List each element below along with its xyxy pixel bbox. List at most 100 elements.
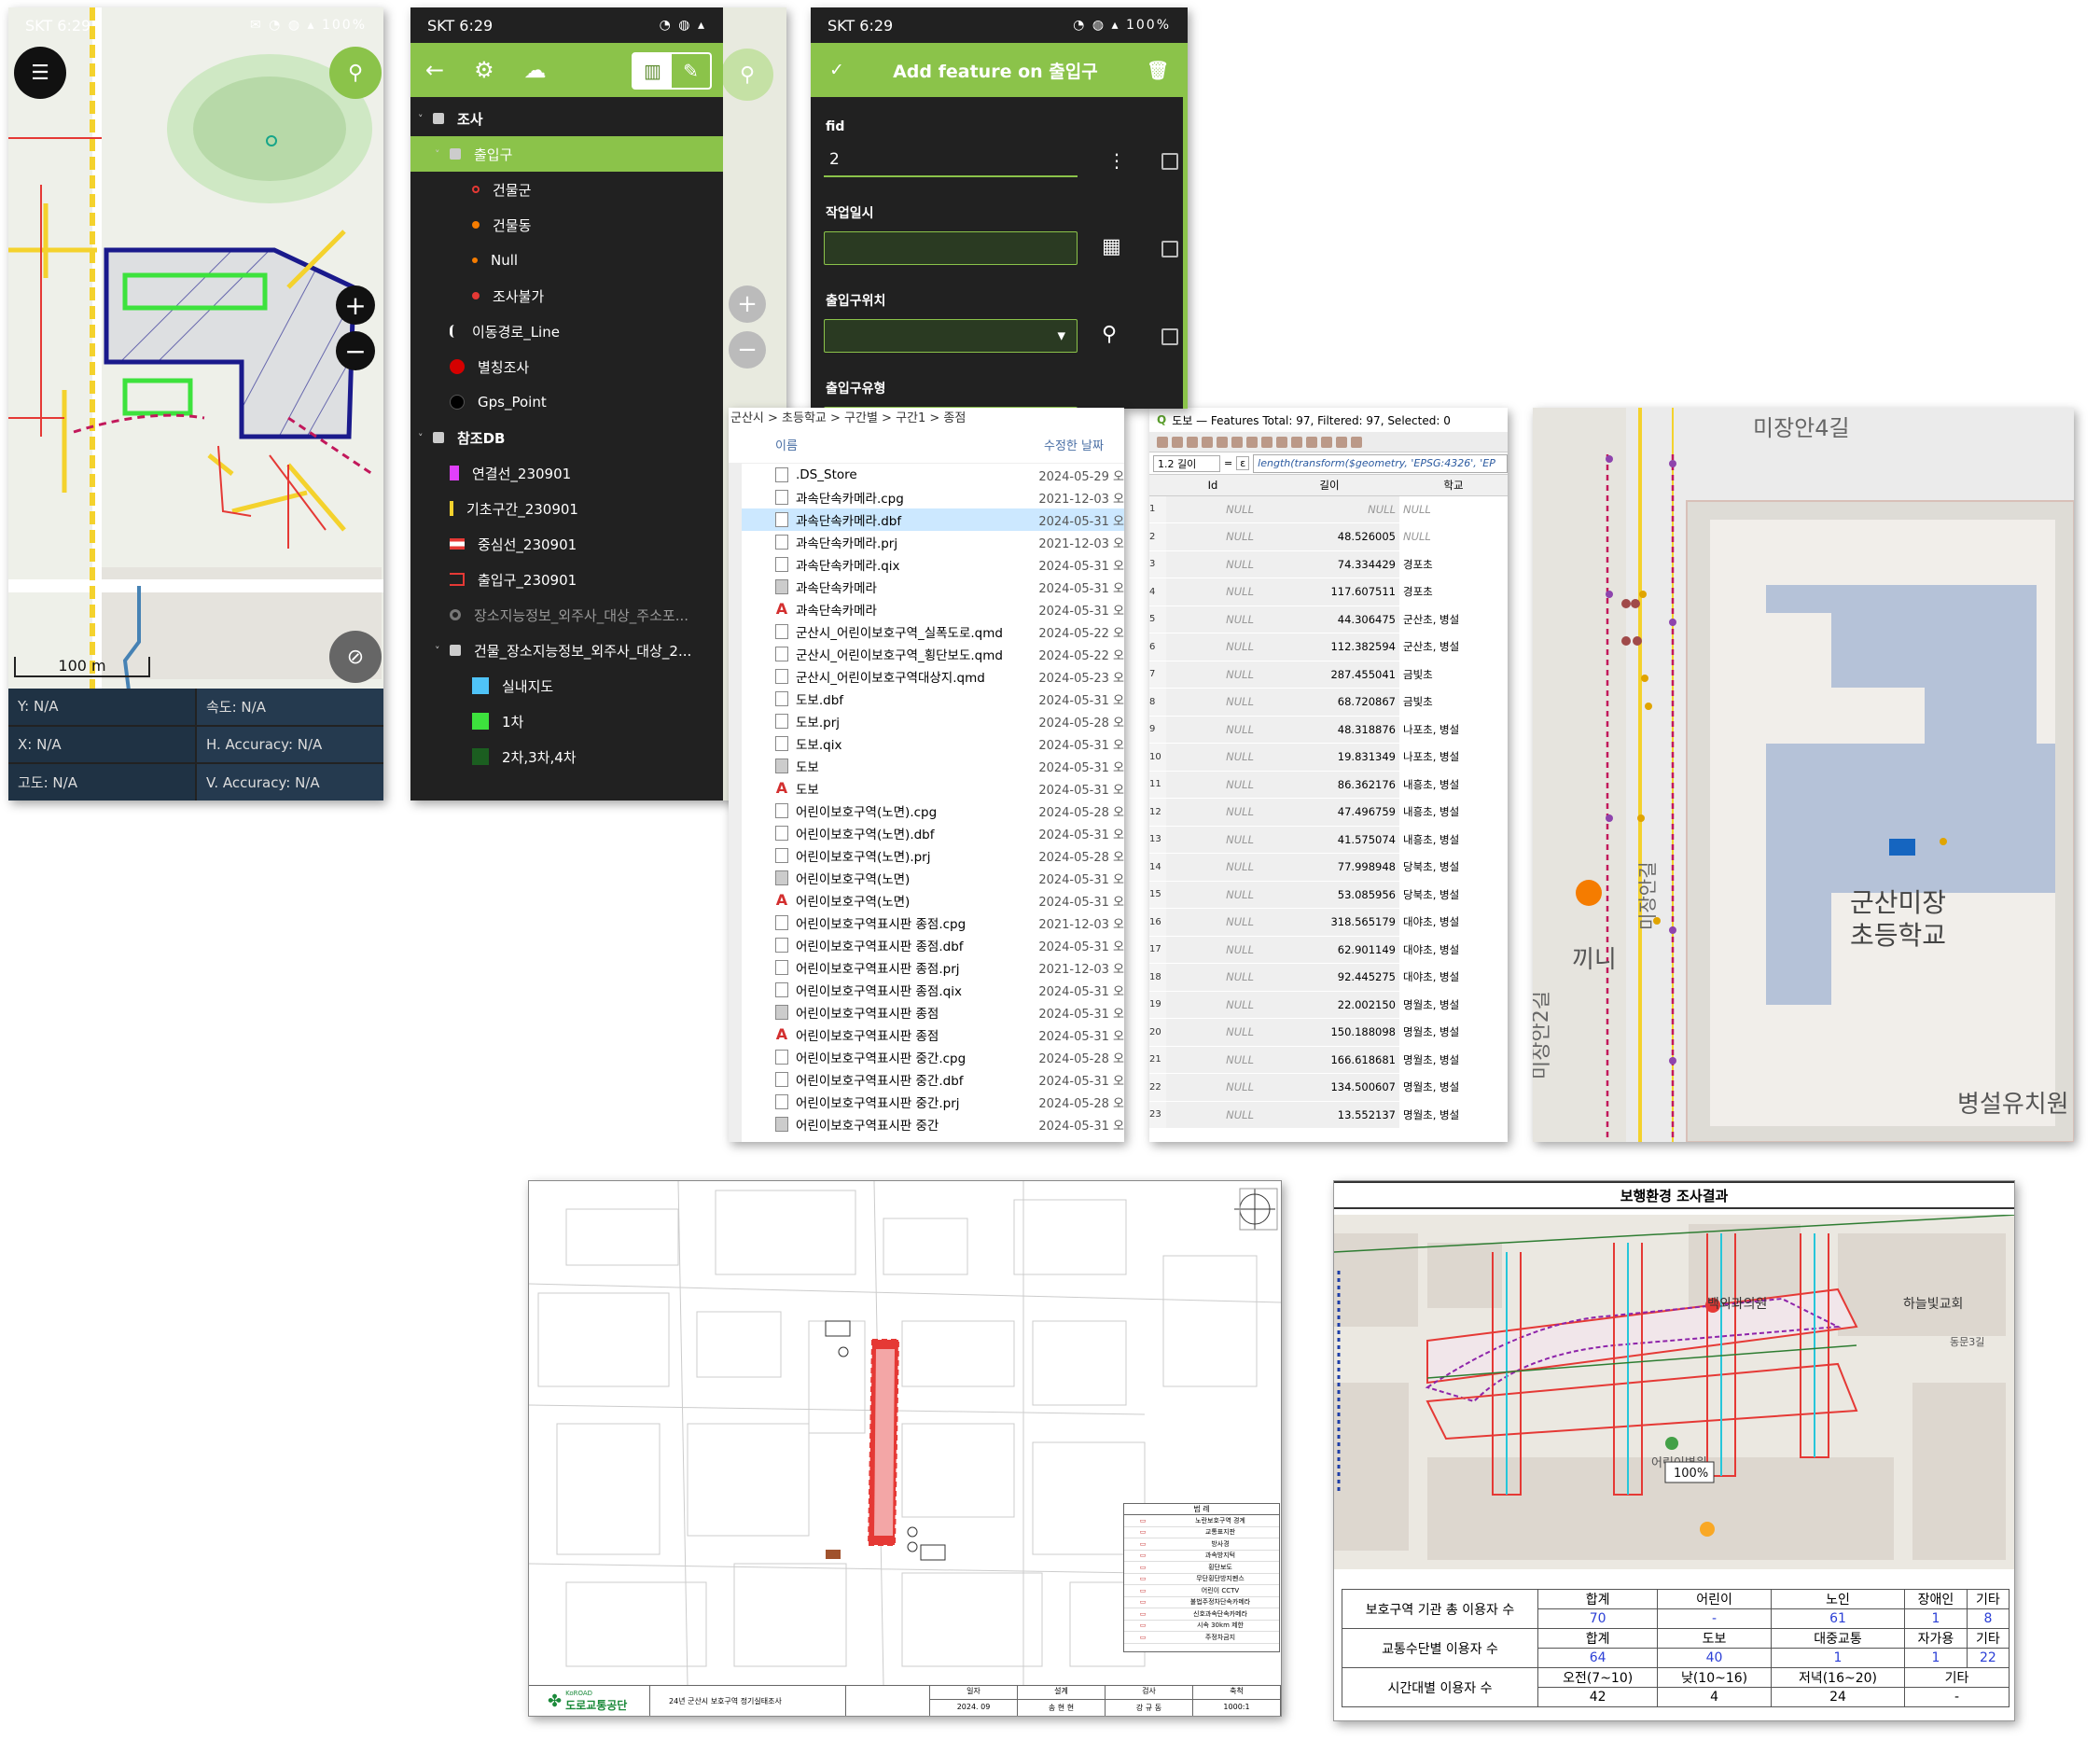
select-icon[interactable] [1276,436,1287,448]
file-row[interactable]: 군산시_어린이보호구역대상지.qmd 2024-05-23 오 [729,665,1124,688]
cell-len[interactable]: 287.455041 [1259,661,1399,689]
file-row[interactable]: 어린이보호구역(노면).prj 2024-05-28 오 [729,844,1124,867]
cell-n[interactable]: 17 [1149,936,1166,964]
copy-icon[interactable] [1246,436,1258,448]
file-row[interactable]: 어린이보호구역표시판 중간.cpg 2024-05-28 오 [729,1046,1124,1068]
table-row[interactable]: 18 NULL 92.445275 대야초, 병설 [1149,963,1508,992]
file-row[interactable]: A 도보 2024-05-31 오 [729,777,1124,800]
file-row[interactable]: .DS_Store 2024-05-29 오 [729,464,1124,486]
table-row[interactable]: 11 NULL 86.362176 내흥초, 병설 [1149,771,1508,799]
filter-icon[interactable] [1291,436,1302,448]
cell-school[interactable]: 내흥초, 병설 [1399,826,1508,854]
more-icon[interactable]: ⋮ [1107,149,1126,172]
edit-icon[interactable] [1157,436,1168,448]
cell-n[interactable]: 19 [1149,991,1166,1019]
chevron-down-icon[interactable]: ˅ [435,148,440,160]
layer-item[interactable]: ˅ 건물_장소지능정보_외주사_대상_2... [410,633,723,668]
zoom-out-button[interactable]: − [336,331,375,370]
calendar-icon[interactable]: ▦ [1102,235,1121,258]
back-arrow-icon[interactable]: ← [425,57,444,83]
cell-school[interactable]: 대야초, 병설 [1399,963,1508,992]
file-row[interactable]: 과속단속카메라.prj 2021-12-03 오 [729,531,1124,553]
layer-item[interactable]: 1차 [410,703,723,739]
cell-len[interactable]: 13.552137 [1259,1101,1399,1129]
cell-id[interactable]: NULL [1166,1018,1259,1047]
check-icon[interactable]: ✓ [829,60,844,80]
file-row[interactable]: 어린이보호구역표시판 종점.dbf 2024-05-31 오 [729,934,1124,956]
cell-n[interactable]: 16 [1149,908,1166,937]
date-input[interactable] [824,231,1078,265]
cell-school[interactable]: NULL [1399,522,1508,551]
cell-school[interactable]: 내흥초, 병설 [1399,771,1508,799]
cell-len[interactable]: 48.318876 [1259,716,1399,744]
file-row[interactable]: 군산시_어린이보호구역_실폭도로.qmd 2024-05-22 오 [729,620,1124,643]
cell-school[interactable]: 명월초, 병설 [1399,1101,1508,1129]
cell-id[interactable]: NULL [1166,963,1259,992]
map-icon[interactable]: ▥ [633,54,672,88]
col-id[interactable]: Id [1166,475,1259,496]
cell-n[interactable]: 4 [1149,578,1166,606]
file-row[interactable]: 도보.dbf 2024-05-31 오 [729,688,1124,710]
menu-button[interactable]: ☰ [14,47,66,99]
cell-id[interactable]: NULL [1166,798,1259,827]
cell-n[interactable]: 1 [1149,495,1166,523]
file-row[interactable]: 도보.prj 2024-05-28 오 [729,710,1124,732]
delete-icon[interactable]: 🗑 [1147,60,1169,81]
name-column-header[interactable]: 이름 [775,436,1044,453]
table-row[interactable]: 16 NULL 318.565179 대야초, 병설 [1149,908,1508,937]
layer-item[interactable]: ˅ 조사 [410,101,723,136]
cell-len[interactable]: 166.618681 [1259,1046,1399,1074]
layer-item[interactable]: ˅ 출입구 [410,136,723,172]
table-row[interactable]: 2 NULL 48.526005 NULL [1149,522,1508,551]
scrollbar[interactable] [1183,97,1188,409]
remember-checkbox-location[interactable] [1161,328,1178,345]
gear-icon[interactable]: ⚙ [474,57,494,83]
table-row[interactable]: 17 NULL 62.901149 대야초, 병설 [1149,936,1508,964]
chevron-down-icon[interactable]: ˅ [435,645,440,657]
cell-id[interactable]: NULL [1166,1046,1259,1074]
cell-id[interactable]: NULL [1166,853,1259,882]
file-row[interactable]: 어린이보호구역표시판 중간.dbf 2024-05-31 오 [729,1068,1124,1091]
date-column-header[interactable]: 수정한 날짜 [1044,436,1104,453]
table-row[interactable]: 1 NULL NULL NULL [1149,495,1508,523]
layer-item[interactable]: Gps_Point [410,384,723,420]
cell-school[interactable]: 경포초 [1399,578,1508,606]
cell-len[interactable]: 86.362176 [1259,771,1399,799]
map-edit-toggle[interactable]: ▥ ✎ [632,52,712,90]
cloud-icon[interactable]: ☁ [524,57,547,83]
remember-checkbox-date[interactable] [1161,241,1178,258]
cell-len[interactable]: 77.998948 [1259,853,1399,882]
zoom-icon[interactable] [1306,436,1317,448]
table-row[interactable]: 9 NULL 48.318876 나포초, 병설 [1149,716,1508,744]
cell-n[interactable]: 9 [1149,716,1166,744]
location-select[interactable]: ▾ [824,319,1078,353]
table-row[interactable]: 21 NULL 166.618681 명월초, 병설 [1149,1046,1508,1074]
table-row[interactable]: 22 NULL 134.500607 명월초, 병설 [1149,1073,1508,1102]
cell-school[interactable]: 내흥초, 병설 [1399,798,1508,827]
cell-id[interactable]: NULL [1166,936,1259,964]
table-row[interactable]: 23 NULL 13.552137 명월초, 병설 [1149,1101,1508,1129]
cell-school[interactable]: 군산초, 병설 [1399,633,1508,661]
cell-id[interactable]: NULL [1166,1101,1259,1129]
save-icon[interactable] [1172,436,1183,448]
search-button[interactable]: ⚲ [329,47,382,99]
table-row[interactable]: 4 NULL 117.607511 경포초 [1149,578,1508,606]
expression-input[interactable]: length(transform($geometry, 'EPSG:4326',… [1253,453,1508,473]
layer-item[interactable]: 2차,3차,4차 [410,739,723,774]
cell-id[interactable]: NULL [1166,606,1259,633]
table-row[interactable]: 20 NULL 150.188098 명월초, 병설 [1149,1018,1508,1047]
layer-item[interactable]: 연결선_230901 [410,455,723,491]
cell-len[interactable]: 44.306475 [1259,606,1399,633]
cell-len[interactable]: 92.445275 [1259,963,1399,992]
file-row[interactable]: 어린이보호구역(노면) 2024-05-31 오 [729,867,1124,889]
cell-id[interactable]: NULL [1166,908,1259,937]
cell-n[interactable]: 15 [1149,881,1166,909]
delete-icon[interactable] [1217,436,1228,448]
cell-len[interactable]: 74.334429 [1259,550,1399,578]
file-row[interactable]: 어린이보호구역표시판 종점 2024-05-31 오 [729,1001,1124,1023]
cell-id[interactable]: NULL [1166,522,1259,551]
paste-icon[interactable] [1261,436,1273,448]
file-row[interactable]: 도보 2024-05-31 오 [729,755,1124,777]
file-row[interactable]: 어린이보호구역표시판 종점.prj 2021-12-03 오 [729,956,1124,979]
cell-len[interactable]: 53.085956 [1259,881,1399,909]
